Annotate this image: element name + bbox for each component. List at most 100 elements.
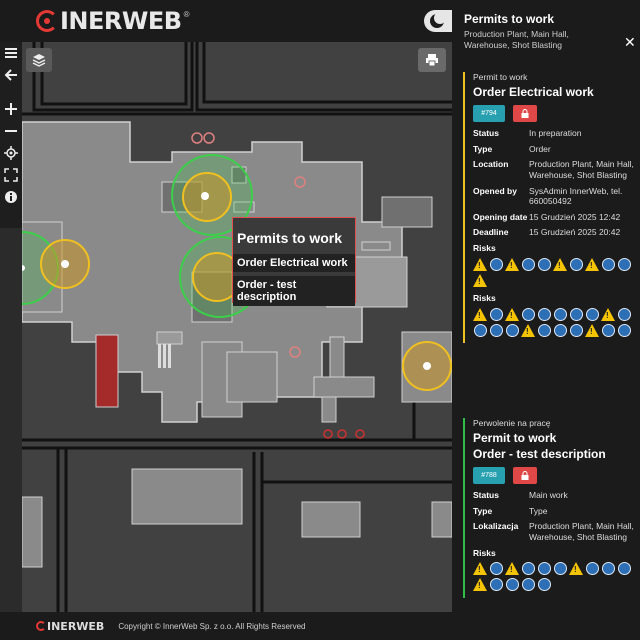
logo-ring-icon — [36, 10, 58, 32]
warning-sign-icon — [505, 257, 519, 271]
field-label: Deadline — [473, 227, 509, 238]
safety-requirement-icon — [617, 562, 631, 576]
field-status: Status Main work — [473, 490, 640, 501]
safety-requirement-icon — [505, 578, 519, 592]
lock-button[interactable] — [513, 105, 537, 122]
safety-requirement-icon — [553, 323, 567, 337]
back-arrow-icon[interactable] — [0, 64, 22, 86]
safety-requirement-icon — [521, 578, 535, 592]
safety-requirement-icon — [601, 323, 615, 337]
safety-requirement-icon — [489, 323, 503, 337]
lock-icon — [521, 109, 529, 118]
field-label: Status — [473, 490, 499, 500]
permit-card[interactable]: Permit to work Order Electrical work #79… — [463, 72, 640, 343]
safety-requirement-icon — [617, 307, 631, 321]
permit-kicker: Perwolenie na pracę — [473, 418, 551, 428]
floor-plan-map[interactable]: Permits to work Order Electrical work Or… — [22, 42, 452, 612]
permit-badges: #788 — [473, 467, 640, 484]
field-label: Opened by — [473, 185, 517, 196]
lock-button[interactable] — [513, 467, 537, 484]
field-location: Lokalizacja Production Plant, Main Hall, … — [473, 521, 640, 542]
risk-icons — [473, 257, 638, 287]
lock-icon — [521, 471, 529, 480]
theme-toggle[interactable] — [424, 10, 452, 32]
warning-sign-icon — [601, 307, 615, 321]
footer: INERWEB Copyright © InnerWeb Sp. z o.o. … — [0, 612, 452, 640]
printer-icon — [426, 54, 438, 67]
field-value: 15 Grudzień 2025 12:42 — [529, 211, 621, 222]
field-value: Order — [529, 143, 551, 154]
field-opening-date: Opening date 15 Grudzień 2025 12:42 — [473, 212, 640, 223]
permit-id-badge[interactable]: #794 — [473, 105, 505, 122]
warning-sign-icon — [553, 257, 567, 271]
logo[interactable]: INERWEB ® — [36, 7, 190, 35]
permit-badges: #794 — [473, 105, 640, 122]
safety-requirement-icon — [601, 562, 615, 576]
safety-requirement-icon — [617, 323, 631, 337]
layers-button[interactable] — [26, 48, 52, 72]
safety-requirement-icon — [537, 257, 551, 271]
copyright-text: Copyright © InnerWeb Sp. z o.o. All Righ… — [118, 621, 306, 631]
info-icon[interactable] — [0, 186, 22, 208]
menu-icon[interactable] — [0, 42, 22, 64]
safety-requirement-icon — [537, 323, 551, 337]
safety-requirement-icon — [601, 257, 615, 271]
safety-requirement-icon — [537, 578, 551, 592]
field-label: Status — [473, 128, 499, 138]
field-value: SysAdmin InnerWeb, tel. 660050492 — [529, 185, 623, 207]
warning-sign-icon — [585, 257, 599, 271]
safety-requirement-icon — [537, 562, 551, 576]
field-location: Location Production Plant, Main Hall, War… — [473, 159, 640, 180]
permit-kicker: Permit to work — [473, 72, 528, 82]
close-icon[interactable]: ✕ — [624, 34, 636, 51]
permit-title: Permit to work — [473, 431, 557, 445]
risks-label: Risks — [473, 243, 496, 253]
safety-requirement-icon — [569, 323, 583, 337]
zoom-out-icon[interactable] — [0, 120, 22, 142]
popup-title: Permits to work — [237, 230, 343, 246]
fullscreen-icon[interactable] — [0, 164, 22, 186]
safety-requirement-icon — [569, 257, 583, 271]
permit-id-badge[interactable]: #788 — [473, 467, 505, 484]
safety-requirement-icon — [585, 562, 599, 576]
field-label: Type — [473, 143, 493, 154]
safety-requirement-icon — [505, 323, 519, 337]
safety-requirement-icon — [537, 307, 551, 321]
map-toolbar — [0, 42, 22, 228]
warning-sign-icon — [473, 562, 487, 576]
floor-plan-drawing — [22, 42, 452, 612]
permit-title: Order Electrical work — [473, 85, 594, 99]
safety-requirement-icon — [521, 257, 535, 271]
safety-requirement-icon — [489, 578, 503, 592]
field-type: Type Order — [473, 144, 640, 155]
warning-sign-icon — [585, 323, 599, 337]
warning-sign-icon — [569, 562, 583, 576]
field-value: 15 Grudzień 2025 20:42 — [529, 227, 621, 238]
popup-item[interactable]: Order - test description — [233, 276, 355, 306]
safety-requirement-icon — [521, 562, 535, 576]
field-label: Opening date — [473, 211, 528, 222]
map-popup: Permits to work Order Electrical work Or… — [232, 217, 356, 306]
warning-sign-icon — [521, 323, 535, 337]
locate-icon[interactable] — [0, 142, 22, 164]
warning-sign-icon — [473, 273, 487, 287]
permits-panel: Permits to work Production Plant, Main H… — [452, 0, 640, 640]
warning-sign-icon — [505, 307, 519, 321]
safety-requirement-icon — [617, 257, 631, 271]
risks-label: Risks — [473, 293, 496, 303]
top-bar: INERWEB ® — [0, 0, 452, 42]
safety-requirement-icon — [489, 562, 503, 576]
print-button[interactable] — [418, 48, 446, 72]
popup-item[interactable]: Order Electrical work — [233, 254, 355, 272]
footer-logo-text: INERWEB — [47, 619, 105, 633]
layers-icon — [32, 54, 46, 67]
logo-registered-mark: ® — [183, 9, 190, 19]
warning-sign-icon — [473, 578, 487, 592]
permit-card[interactable]: Perwolenie na pracę Permit to work Order… — [463, 418, 640, 598]
zoom-in-icon[interactable] — [0, 98, 22, 120]
warning-sign-icon — [473, 307, 487, 321]
panel-subtitle: Production Plant, Main Hall, Warehouse, … — [464, 29, 569, 50]
field-label: Location — [473, 159, 509, 170]
permit-subtitle: Order - test description — [473, 447, 606, 461]
